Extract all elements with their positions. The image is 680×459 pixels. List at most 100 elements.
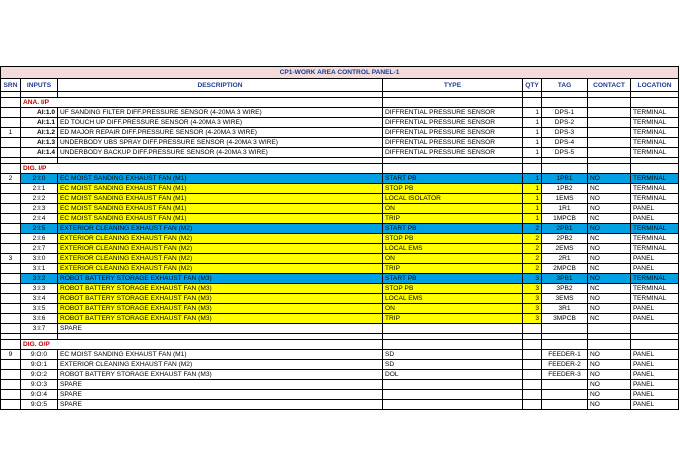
input-address-cell: 3:I:5: [20, 303, 58, 314]
srn-cell: [0, 243, 21, 254]
tag-cell: DPS-3: [541, 127, 588, 138]
input-address-cell: AI:1.2: [20, 127, 58, 138]
contact-cell: NO: [587, 379, 631, 390]
contact-cell: NO: [587, 389, 631, 400]
description-cell: UF SANDING FILTER DIFF.PRESSURE SENSOR (…: [57, 107, 383, 118]
srn-cell: [0, 107, 21, 118]
input-address-cell: 3:I:2: [20, 273, 58, 284]
empty-cell: [0, 339, 21, 350]
tag-cell: 1PB2: [541, 183, 588, 194]
qty-cell: [522, 323, 542, 334]
header-inputs: INPUTS: [20, 78, 58, 92]
contact-cell: NO: [587, 223, 631, 234]
location-cell: TERMINAL: [629, 127, 680, 138]
empty-cell: [382, 97, 523, 108]
qty-cell: 3: [522, 283, 542, 294]
tag-cell: 3R1: [541, 303, 588, 314]
srn-cell: [0, 273, 21, 284]
location-cell: TERMINAL: [629, 193, 680, 204]
contact-cell: NO: [587, 293, 631, 304]
description-cell: EC MOIST SANDING EXHAUST FAN (M1): [57, 349, 383, 360]
location-cell: [629, 323, 680, 334]
type-cell: [382, 323, 523, 334]
type-cell: [382, 379, 523, 390]
io-row: 3:I:2 ROBOT BATTERY STORAGE EXHAUST FAN (…: [0, 273, 680, 284]
tag-cell: DPS-1: [541, 107, 588, 118]
location-cell: TERMINAL: [629, 137, 680, 148]
tag-cell: 3PB2: [541, 283, 588, 294]
description-cell: ROBOT BATTERY STORAGE EXHAUST FAN (M3): [57, 273, 383, 284]
srn-cell: [0, 313, 21, 324]
input-address-cell: 9:O:3: [20, 379, 58, 390]
contact-cell: [587, 107, 631, 118]
tag-cell: DPS-5: [541, 147, 588, 158]
qty-cell: 1: [522, 127, 542, 138]
type-cell: START PB: [382, 273, 523, 284]
type-cell: START PB: [382, 173, 523, 184]
type-cell: [382, 399, 523, 410]
tag-cell: FEEDER-3: [541, 369, 588, 380]
type-cell: DIFFRENTIAL PRESSURE SENSOR: [382, 137, 523, 148]
io-row: 2:I:6 EXTERIOR CLEANING EXHAUST FAN (M2) S…: [0, 233, 680, 244]
qty-cell: 2: [522, 233, 542, 244]
contact-cell: NO: [587, 253, 631, 264]
qty-cell: [522, 389, 542, 400]
srn-cell: [0, 293, 21, 304]
section-label: DIG. O/P: [20, 339, 383, 350]
srn-cell: [0, 117, 21, 128]
description-cell: SPARE: [57, 399, 383, 410]
io-row: 2:I:1 EC MOIST SANDING EXHAUST FAN (M1) ST…: [0, 183, 680, 194]
location-cell: PANEL: [629, 389, 680, 400]
empty-cell: [629, 97, 680, 108]
qty-cell: 2: [522, 253, 542, 264]
empty-cell: [629, 339, 680, 350]
contact-cell: NO: [587, 399, 631, 410]
location-cell: PANEL: [629, 349, 680, 360]
location-cell: PANEL: [629, 359, 680, 370]
description-cell: ROBOT BATTERY STORAGE EXHAUST FAN (M3): [57, 313, 383, 324]
tag-cell: 3MPCB: [541, 313, 588, 324]
empty-cell: [382, 163, 523, 174]
contact-cell: [587, 147, 631, 158]
io-table: CP1-WORK AREA CONTROL PANEL-1 SRN INPUTS…: [0, 66, 680, 410]
qty-cell: 3: [522, 313, 542, 324]
description-cell: EC MOIST SANDING EXHAUST FAN (M1): [57, 213, 383, 224]
sheet-title: CP1-WORK AREA CONTROL PANEL-1: [0, 66, 680, 79]
tag-cell: 2MPCB: [541, 263, 588, 274]
tag-cell: 3PB1: [541, 273, 588, 284]
header-type: TYPE: [382, 78, 523, 92]
description-cell: EC MOIST SANDING EXHAUST FAN (M1): [57, 183, 383, 194]
input-address-cell: 3:I:6: [20, 313, 58, 324]
io-row: 3:I:3 ROBOT BATTERY STORAGE EXHAUST FAN (…: [0, 283, 680, 294]
tag-cell: 2EMS: [541, 243, 588, 254]
location-cell: PANEL: [629, 303, 680, 314]
contact-cell: NO: [587, 369, 631, 380]
input-address-cell: 3:I:1: [20, 263, 58, 274]
srn-cell: 2: [0, 173, 21, 184]
contact-cell: NC: [587, 313, 631, 324]
qty-cell: [522, 349, 542, 360]
description-cell: UNDERBODY BACKUP DIFF.PRESSURE SENSOR (4…: [57, 147, 383, 158]
input-address-cell: AI:1.3: [20, 137, 58, 148]
description-cell: EXTERIOR CLEANING EXHAUST FAN (M2): [57, 263, 383, 274]
contact-cell: NC: [587, 213, 631, 224]
input-address-cell: 2:I:7: [20, 243, 58, 254]
contact-cell: NC: [587, 283, 631, 294]
empty-cell: [629, 163, 680, 174]
section-label: DIG. I/P: [20, 163, 383, 174]
contact-cell: NO: [587, 359, 631, 370]
tag-cell: [541, 399, 588, 410]
io-row: 9:O:2 ROBOT BATTERY STORAGE EXHAUST FAN (…: [0, 369, 680, 380]
location-cell: TERMINAL: [629, 293, 680, 304]
contact-cell: NO: [587, 303, 631, 314]
tag-cell: FEEDER-2: [541, 359, 588, 370]
empty-cell: [522, 339, 542, 350]
qty-cell: [522, 359, 542, 370]
location-cell: TERMINAL: [629, 223, 680, 234]
section-header-row: DIG. O/P: [0, 339, 680, 350]
io-row: 1 AI:1.2 ED MAJOR REPAIR DIFF.PRESSURE SEN…: [0, 127, 680, 138]
qty-cell: 3: [522, 293, 542, 304]
srn-cell: [0, 223, 21, 234]
type-cell: START PB: [382, 223, 523, 234]
io-row: 2 2:I:0 EC MOIST SANDING EXHAUST FAN (M1) S…: [0, 173, 680, 184]
